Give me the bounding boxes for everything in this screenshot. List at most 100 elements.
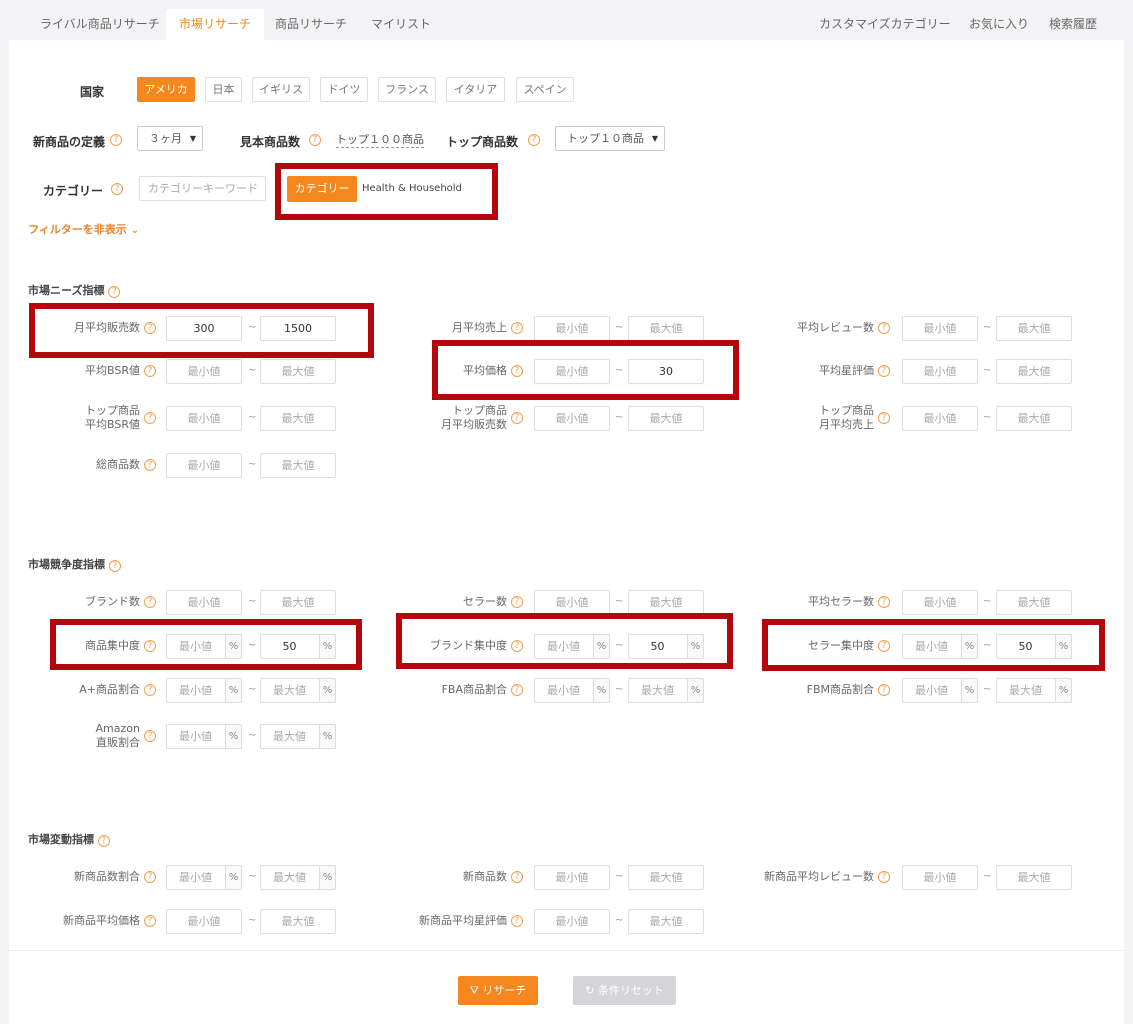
sellers-max-input[interactable]: 最大値 — [628, 590, 704, 615]
monthly-revenue-min-input[interactable]: 最小値 — [534, 316, 610, 341]
tab-market-research[interactable]: 市場リサーチ — [166, 9, 265, 40]
tab-favorites[interactable]: お気に入り — [969, 9, 1029, 40]
country-france-button[interactable]: フランス — [378, 77, 436, 102]
chevron-down-icon: ⌄ — [130, 225, 140, 236]
new-def-label: 新商品の定義 — [33, 135, 106, 149]
help-icon[interactable]: ? — [110, 134, 122, 146]
help-icon[interactable]: ? — [878, 871, 890, 883]
top-bsr-max-input[interactable]: 最大値 — [260, 406, 336, 431]
new-def-select[interactable]: ３ヶ月 ▼ — [137, 126, 203, 151]
country-usa-button[interactable]: アメリカ — [137, 77, 195, 102]
country-italy-button[interactable]: イタリア — [446, 77, 505, 102]
new-ratio-min-input[interactable]: 最小値% — [166, 865, 242, 890]
total-products-min-input[interactable]: 最小値 — [166, 453, 242, 478]
new-avg-rating-min-input[interactable]: 最小値 — [534, 909, 610, 934]
new-avg-price-max-input[interactable]: 最大値 — [260, 909, 336, 934]
help-icon[interactable]: ? — [144, 684, 156, 696]
avg-reviews-max-input[interactable]: 最大値 — [996, 316, 1072, 341]
new-avg-reviews-min-input[interactable]: 最小値 — [902, 865, 978, 890]
range-separator: ~ — [248, 365, 257, 376]
help-icon[interactable]: ? — [511, 412, 523, 424]
help-icon[interactable]: ? — [144, 412, 156, 424]
country-japan-button[interactable]: 日本 — [205, 77, 242, 102]
tab-rival-research[interactable]: ライバル商品リサーチ — [27, 9, 173, 40]
help-icon[interactable]: ? — [108, 286, 121, 298]
tab-custom-category[interactable]: カスタマイズカテゴリー — [819, 9, 951, 40]
input-value: 最大値 — [273, 730, 306, 743]
tab-my-list[interactable]: マイリスト — [358, 9, 444, 40]
avg-rating-max-input[interactable]: 最大値 — [996, 359, 1072, 384]
avg-sellers-min-input[interactable]: 最小値 — [902, 590, 978, 615]
sellers-min-input[interactable]: 最小値 — [534, 590, 610, 615]
amazon-direct-max-input[interactable]: 最大値% — [260, 724, 336, 749]
help-icon[interactable]: ? — [144, 730, 156, 742]
monthly-revenue-max-input[interactable]: 最大値 — [628, 316, 704, 341]
fba-max-input[interactable]: 最大値% — [628, 678, 704, 703]
input-value: 最大値 — [1017, 365, 1051, 378]
new-avg-reviews-max-input[interactable]: 最大値 — [996, 865, 1072, 890]
help-icon[interactable]: ? — [878, 365, 890, 377]
new-avg-rating-max-input[interactable]: 最大値 — [628, 909, 704, 934]
new-avg-price-min-input[interactable]: 最小値 — [166, 909, 242, 934]
help-icon[interactable]: ? — [878, 322, 890, 334]
help-icon[interactable]: ? — [511, 596, 523, 608]
new-ratio-max-input[interactable]: 最大値% — [260, 865, 336, 890]
help-icon[interactable]: ? — [511, 915, 523, 927]
help-icon[interactable]: ? — [511, 322, 523, 334]
tab-search-history[interactable]: 検索履歴 — [1049, 9, 1097, 40]
avg-bsr-max-input[interactable]: 最大値 — [260, 359, 336, 384]
help-icon[interactable]: ? — [511, 871, 523, 883]
country-label: 国家 — [80, 85, 105, 99]
new-count-min-input[interactable]: 最小値 — [534, 865, 610, 890]
avg-reviews-min-input[interactable]: 最小値 — [902, 316, 978, 341]
fba-min-input[interactable]: 最小値% — [534, 678, 610, 703]
top-bsr-min-input[interactable]: 最小値 — [166, 406, 242, 431]
help-icon[interactable]: ? — [528, 134, 540, 146]
help-icon[interactable]: ? — [878, 412, 890, 424]
category-keyword-input[interactable]: カテゴリーキーワード — [139, 176, 266, 201]
help-icon[interactable]: ? — [511, 684, 523, 696]
sample-value-link[interactable]: トップ１００商品 — [336, 133, 424, 148]
avg-sellers-max-input[interactable]: 最大値 — [996, 590, 1072, 615]
top-sales-max-input[interactable]: 最大値 — [628, 406, 704, 431]
fbm-max-input[interactable]: 最大値% — [996, 678, 1072, 703]
country-uk-button[interactable]: イギリス — [252, 77, 310, 102]
country-germany-button[interactable]: ドイツ — [320, 77, 368, 102]
help-icon[interactable]: ? — [144, 459, 156, 471]
help-icon[interactable]: ? — [878, 596, 890, 608]
brands-min-input[interactable]: 最小値 — [166, 590, 242, 615]
new-count-label: 新商品数 — [463, 870, 507, 883]
help-icon[interactable]: ? — [309, 134, 321, 146]
aplus-min-input[interactable]: 最小値% — [166, 678, 242, 703]
help-icon[interactable]: ? — [878, 684, 890, 696]
brands-max-input[interactable]: 最大値 — [260, 590, 336, 615]
reset-button[interactable]: ↻ 条件リセット — [573, 976, 676, 1005]
percent-suffix: % — [319, 724, 336, 749]
top-revenue-max-input[interactable]: 最大値 — [996, 406, 1072, 431]
fbm-min-input[interactable]: 最小値% — [902, 678, 978, 703]
country-spain-button[interactable]: スペイン — [516, 77, 574, 102]
help-icon[interactable]: ? — [144, 915, 156, 927]
amazon-direct-min-input[interactable]: 最小値% — [166, 724, 242, 749]
hide-filter-toggle[interactable]: フィルターを非表示 ⌄ — [28, 221, 139, 237]
help-icon[interactable]: ? — [111, 183, 123, 195]
total-products-max-input[interactable]: 最大値 — [260, 453, 336, 478]
top-bsr-label: トップ商品 平均BSR値 — [85, 404, 140, 432]
help-icon[interactable]: ? — [144, 871, 156, 883]
tab-product-research[interactable]: 商品リサーチ — [262, 9, 360, 40]
label-line: 月平均販売数 — [441, 418, 507, 431]
help-icon[interactable]: ? — [144, 596, 156, 608]
top-revenue-min-input[interactable]: 最小値 — [902, 406, 978, 431]
new-count-max-input[interactable]: 最大値 — [628, 865, 704, 890]
avg-rating-min-input[interactable]: 最小値 — [902, 359, 978, 384]
aplus-max-input[interactable]: 最大値% — [260, 678, 336, 703]
help-icon[interactable]: ? — [108, 560, 121, 572]
help-icon[interactable]: ? — [97, 835, 110, 847]
research-button[interactable]: ⛛ リサーチ — [458, 976, 538, 1005]
top-sales-min-input[interactable]: 最小値 — [534, 406, 610, 431]
help-icon[interactable]: ? — [144, 365, 156, 377]
caret-down-icon: ▼ — [651, 134, 658, 143]
avg-bsr-min-input[interactable]: 最小値 — [166, 359, 242, 384]
range-separator: ~ — [615, 322, 624, 333]
top-count-select[interactable]: トップ１０商品 ▼ — [555, 126, 665, 151]
